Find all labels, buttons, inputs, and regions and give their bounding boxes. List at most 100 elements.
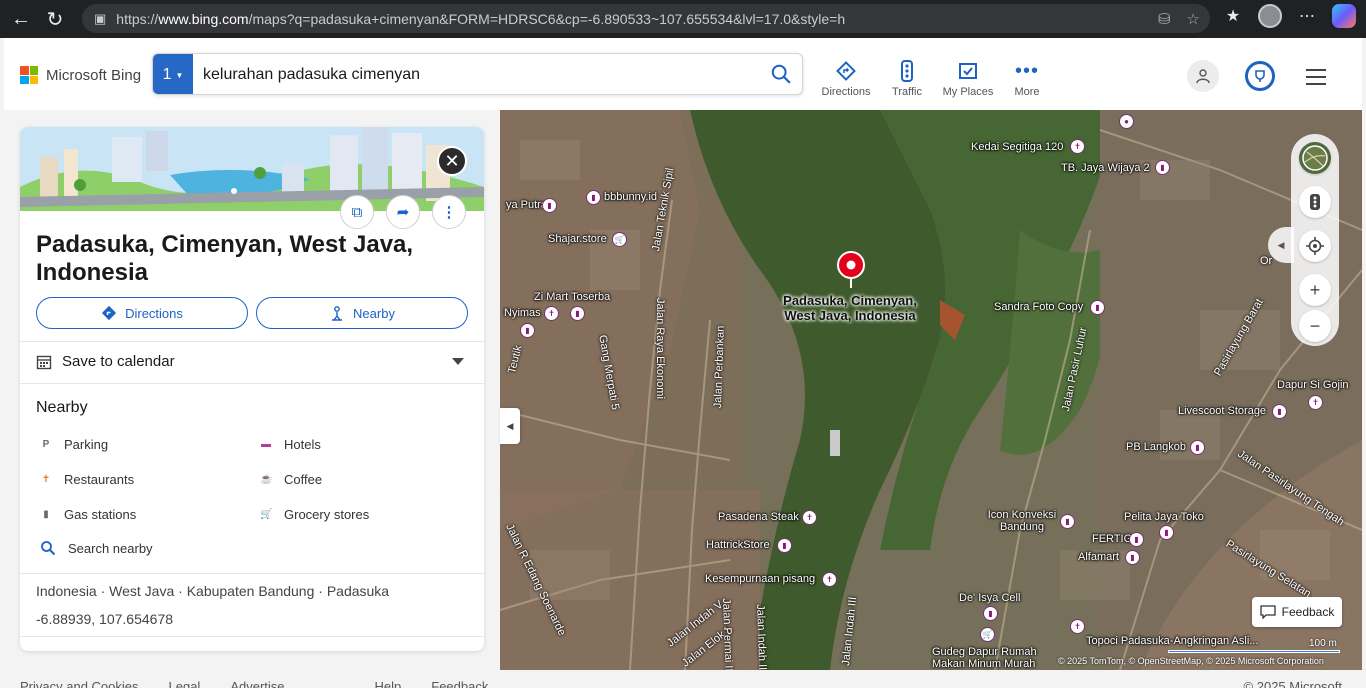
shop-marker-icon[interactable]: ▮: [777, 538, 792, 553]
logo-text: Microsoft Bing: [46, 66, 142, 84]
address-bar[interactable]: ▣ https://www.bing.com/maps?q=padasuka+c…: [82, 4, 1210, 33]
poi-marker-icon[interactable]: ●: [1119, 114, 1134, 129]
shop-marker-icon[interactable]: ▮: [1125, 550, 1140, 565]
save-to-calendar-row[interactable]: Save to calendar: [36, 353, 466, 370]
map-place-label[interactable]: Pelita Jaya Toko: [1124, 511, 1204, 523]
place-card: ✕ ⧉ ➦ ⋮ Padasuka, Cimenyan, West Java, I…: [20, 127, 484, 651]
back-icon[interactable]: ←: [4, 4, 38, 34]
map-canvas[interactable]: Kedai Segitiga 120 ✝ ● TB. Jaya Wijaya 2…: [500, 110, 1362, 670]
nearby-hotels[interactable]: ▬ Hotels: [260, 437, 321, 452]
directions-label: Directions: [125, 305, 183, 321]
shop-marker-icon[interactable]: ▮: [983, 606, 998, 621]
shop-marker-icon[interactable]: ▮: [1155, 160, 1170, 175]
search-nearby-link[interactable]: Search nearby: [40, 540, 153, 556]
more-tool[interactable]: ••• More: [997, 58, 1057, 99]
footer-help-link[interactable]: Help: [375, 679, 402, 688]
restaurant-marker-icon[interactable]: ✝: [1070, 139, 1085, 154]
favorite-star-icon[interactable]: ☆: [1187, 10, 1200, 28]
search-input[interactable]: kelurahan padasuka cimenyan: [203, 66, 420, 84]
zoom-out-icon[interactable]: −: [1299, 310, 1331, 342]
collapse-panel-icon[interactable]: ◀: [500, 408, 520, 444]
restaurant-marker-icon[interactable]: ✝: [544, 306, 559, 321]
nearby-restaurants[interactable]: ✝ Restaurants: [40, 472, 134, 487]
map-place-label[interactable]: Zi Mart Toserba: [534, 291, 610, 303]
map-place-label[interactable]: Kesempurnaan pisang: [705, 573, 815, 585]
locate-me-icon[interactable]: [1299, 230, 1331, 262]
map-place-label[interactable]: ya Putra: [506, 199, 547, 211]
map-place-label[interactable]: Dapur Si Gojin: [1277, 379, 1349, 391]
location-pin-icon[interactable]: [836, 250, 866, 290]
grocery-marker-icon[interactable]: 🛒: [980, 627, 995, 642]
shop-marker-icon[interactable]: ▮: [1190, 440, 1205, 455]
traffic-tool[interactable]: Traffic: [877, 58, 937, 98]
traffic-layer-icon[interactable]: [1299, 186, 1331, 218]
shop-marker-icon[interactable]: ▮: [1090, 300, 1105, 315]
restaurant-marker-icon[interactable]: ✝: [1308, 395, 1323, 410]
rewards-button[interactable]: [1245, 61, 1275, 91]
hamburger-menu-icon[interactable]: [1306, 69, 1326, 90]
map-place-label[interactable]: Icon Konveksi Bandung: [984, 509, 1060, 533]
map-place-label[interactable]: Nyimas: [504, 307, 541, 319]
shop-marker-icon[interactable]: ▮: [1129, 532, 1144, 547]
directions-button[interactable]: Directions: [36, 297, 248, 329]
map-place-label[interactable]: bbbunny.id: [604, 191, 657, 203]
shop-marker-icon[interactable]: ▮: [1272, 404, 1287, 419]
search-icon[interactable]: [770, 63, 792, 85]
footer-advertise-link[interactable]: Advertise: [230, 679, 284, 688]
shop-marker-icon[interactable]: ▮: [570, 306, 585, 321]
nearby-coffee[interactable]: ☕ Coffee: [260, 472, 322, 487]
reload-icon[interactable]: ↻: [38, 4, 72, 34]
shop-marker-icon[interactable]: ▮: [542, 198, 557, 213]
bing-logo[interactable]: Microsoft Bing: [20, 66, 141, 84]
shop-marker-icon[interactable]: ▮: [1060, 514, 1075, 529]
grocery-marker-icon[interactable]: 🛒: [612, 232, 627, 247]
map-place-label[interactable]: Pasadena Steak: [718, 511, 799, 523]
favorites-icon[interactable]: ★: [1222, 6, 1244, 26]
restaurant-marker-icon[interactable]: ✝: [1070, 619, 1085, 634]
settings-more-icon[interactable]: ⋯: [1296, 6, 1318, 26]
map-place-label[interactable]: HattrickStore: [706, 539, 770, 551]
map-place-label[interactable]: Livescoot Storage: [1178, 405, 1266, 417]
shop-marker-icon[interactable]: ▮: [586, 190, 601, 205]
close-card-button[interactable]: ✕: [437, 146, 467, 176]
nearby-button[interactable]: Nearby: [256, 297, 468, 329]
user-account-button[interactable]: [1187, 60, 1219, 92]
shop-marker-icon[interactable]: ▮: [1159, 525, 1174, 540]
more-options-button[interactable]: ⋮: [432, 195, 466, 229]
footer-privacy-link[interactable]: Privacy and Cookies: [20, 679, 139, 688]
map-place-label[interactable]: TB. Jaya Wijaya 2: [1061, 162, 1150, 174]
directions-tool[interactable]: Directions: [816, 58, 876, 98]
nearby-gas-stations[interactable]: ▮ Gas stations: [40, 507, 136, 522]
map-style-globe-icon[interactable]: [1299, 142, 1331, 174]
footer-legal-link[interactable]: Legal: [169, 679, 201, 688]
map-place-label[interactable]: Shajar.store: [548, 233, 607, 245]
my-places-tool[interactable]: My Places: [938, 58, 998, 98]
map-place-label[interactable]: Gudeg Dapur Rumah Makan Minum Murah: [932, 646, 1066, 670]
shop-marker-icon[interactable]: ▮: [520, 323, 535, 338]
nearby-grocery-stores[interactable]: 🛒 Grocery stores: [260, 507, 369, 522]
restaurant-marker-icon[interactable]: ✝: [802, 510, 817, 525]
search-box[interactable]: 1 ▼ kelurahan padasuka cimenyan: [152, 53, 803, 95]
map-place-label[interactable]: PB Langkob: [1126, 441, 1186, 453]
map-place-label[interactable]: Alfamart: [1078, 551, 1119, 563]
footer-feedback-link[interactable]: Feedback: [431, 679, 488, 688]
map-place-label[interactable]: Kedai Segitiga 120: [971, 141, 1063, 153]
search-index-dropdown[interactable]: 1 ▼: [153, 54, 193, 94]
zoom-in-icon[interactable]: +: [1299, 274, 1331, 306]
tracking-prevention-icon[interactable]: ⛁: [1158, 10, 1171, 28]
feedback-button[interactable]: Feedback: [1252, 597, 1342, 627]
calendar-icon: [36, 355, 52, 369]
map-place-label[interactable]: FERTIG: [1092, 533, 1132, 545]
pin-label[interactable]: Padasuka, Cimenyan, West Java, Indonesia: [775, 293, 925, 323]
save-place-button[interactable]: ⧉: [340, 195, 374, 229]
chevron-down-icon[interactable]: [452, 358, 464, 365]
copilot-icon[interactable]: [1332, 4, 1356, 28]
nearby-parking[interactable]: P Parking: [40, 437, 108, 452]
map-place-label[interactable]: Sandra Foto Copy: [994, 301, 1083, 313]
share-button[interactable]: ➦: [386, 195, 420, 229]
restaurant-marker-icon[interactable]: ✝: [822, 572, 837, 587]
map-place-label[interactable]: De' Isya Cell: [959, 592, 1020, 604]
site-info-icon[interactable]: ▣: [94, 11, 106, 27]
hotel-icon: ▬: [261, 439, 271, 450]
profile-avatar[interactable]: [1258, 4, 1282, 28]
